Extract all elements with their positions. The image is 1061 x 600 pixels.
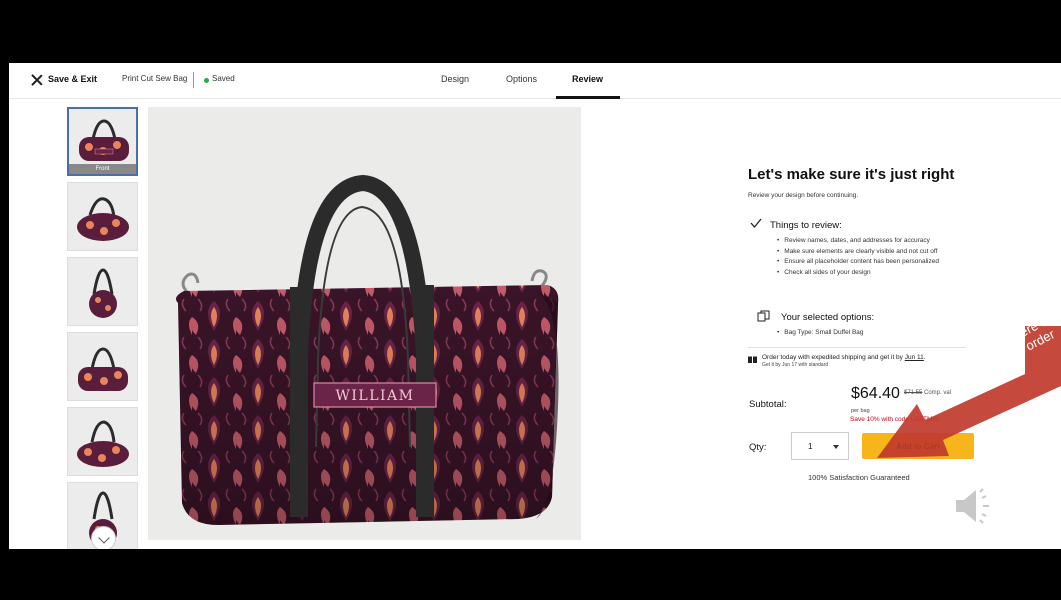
speaker-icon[interactable] bbox=[952, 486, 998, 526]
saved-status-dot bbox=[204, 78, 209, 83]
review-panel: Let's make sure it's just right Review y… bbox=[748, 166, 1048, 482]
duffel-bag-image bbox=[176, 175, 559, 525]
list-item: Make sure elements are clearly visible a… bbox=[777, 247, 939, 258]
bag-thumbnail-icon bbox=[79, 119, 129, 161]
close-icon[interactable] bbox=[31, 74, 43, 86]
bag-thumbnail-icon bbox=[89, 268, 117, 318]
active-tab-indicator bbox=[556, 96, 620, 99]
thumbnail-angle-right[interactable] bbox=[67, 407, 138, 476]
personalization-text: WILLIAM bbox=[335, 388, 415, 404]
review-title: Let's make sure it's just right bbox=[748, 166, 955, 183]
quantity-select[interactable]: 1 bbox=[791, 432, 849, 460]
review-subtitle: Review your design before continuing. bbox=[748, 192, 859, 199]
bag-thumbnail-icon bbox=[77, 420, 129, 467]
selected-options-list: Bag Type: Small Duffel Bag bbox=[777, 329, 863, 336]
product-name: Print Cut Sew Bag bbox=[122, 74, 188, 83]
thumbnail-angle-left[interactable] bbox=[67, 182, 138, 251]
satisfaction-guarantee: 100% Satisfaction Guaranteed bbox=[808, 473, 910, 482]
save-exit-button[interactable]: Save & Exit bbox=[48, 74, 97, 84]
thumbnail-label: Front bbox=[69, 164, 136, 174]
top-bar: Save & Exit Print Cut Sew Bag Saved Desi… bbox=[9, 63, 1061, 99]
bag-thumbnail-icon bbox=[77, 197, 129, 241]
gift-icon bbox=[748, 356, 757, 363]
caret-down-icon bbox=[833, 445, 839, 449]
list-item: Bag Type: Small Duffel Bag bbox=[777, 329, 863, 336]
tab-review[interactable]: Review bbox=[572, 74, 603, 84]
app-window: Save & Exit Print Cut Sew Bag Saved Desi… bbox=[9, 63, 1061, 549]
list-item: Review names, dates, and addresses for a… bbox=[777, 236, 939, 247]
selected-options-title: Your selected options: bbox=[781, 312, 875, 323]
saved-status-label: Saved bbox=[212, 74, 235, 83]
standard-shipping-estimate: Get it by Jun 17 with standard bbox=[762, 362, 829, 368]
check-icon bbox=[750, 218, 762, 228]
product-preview: WILLIAM bbox=[148, 107, 581, 540]
thumbnail-end[interactable] bbox=[67, 257, 138, 326]
per-unit-label: per bag bbox=[851, 408, 870, 414]
tab-design[interactable]: Design bbox=[441, 74, 469, 84]
quantity-value: 1 bbox=[808, 442, 813, 451]
list-item: Ensure all placeholder content has been … bbox=[777, 257, 939, 268]
thumbnail-front-flat[interactable] bbox=[67, 332, 138, 401]
bag-thumbnail-icon bbox=[78, 347, 128, 391]
things-to-review-list: Review names, dates, and addresses for a… bbox=[777, 236, 939, 278]
qty-label: Qty: bbox=[749, 442, 767, 453]
options-icon bbox=[757, 310, 770, 322]
list-item: Check all sides of your design bbox=[777, 268, 939, 279]
thumbnail-scroll-down-button[interactable] bbox=[91, 526, 116, 549]
things-to-review-title: Things to review: bbox=[770, 220, 842, 231]
thumbnail-front[interactable]: Front bbox=[67, 107, 138, 176]
header-divider bbox=[193, 72, 194, 88]
thumbnail-strip: Front bbox=[67, 107, 139, 549]
subtotal-label: Subtotal: bbox=[749, 399, 787, 410]
tab-options[interactable]: Options bbox=[506, 74, 537, 84]
